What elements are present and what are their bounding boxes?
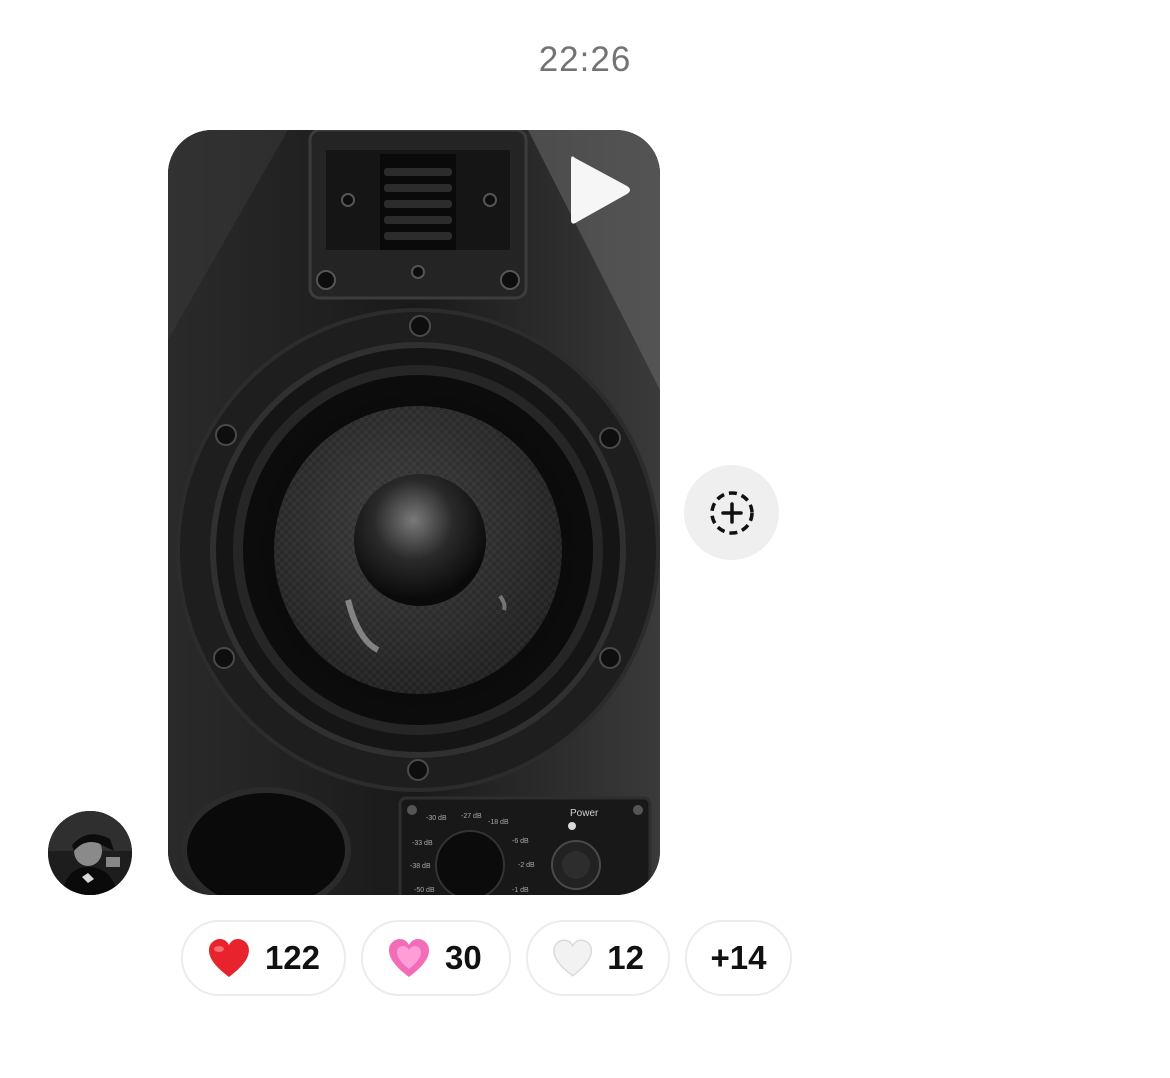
reaction-pink-heart[interactable]: 30 (361, 920, 511, 996)
play-icon[interactable] (565, 150, 637, 230)
db-mark: -6 dB (512, 838, 529, 845)
reaction-count: 12 (607, 939, 644, 976)
sender-avatar[interactable] (48, 811, 132, 895)
speaker-image: Power -30 dB -27 dB -18 dB -33 dB -6 dB … (168, 130, 660, 895)
db-mark: -2 dB (518, 862, 535, 869)
reaction-white-heart[interactable]: 12 (526, 920, 670, 996)
red-heart-icon (208, 939, 249, 977)
add-to-story-icon (709, 490, 754, 535)
white-heart-icon (553, 939, 593, 977)
db-mark: -27 dB (461, 813, 482, 820)
reactions-bar: 122 30 12 +14 (181, 920, 792, 996)
db-mark: -50 dB (414, 887, 435, 894)
pink-heart-icon (389, 939, 429, 977)
share-to-story-button[interactable] (684, 465, 779, 560)
db-mark: -30 dB (426, 815, 447, 822)
reaction-count: 122 (264, 939, 320, 976)
more-reactions-count: +14 (710, 939, 767, 976)
reaction-red-heart[interactable]: 122 (181, 920, 346, 996)
video-message[interactable]: Power -30 dB -27 dB -18 dB -33 dB -6 dB … (168, 130, 660, 895)
db-mark: -33 dB (412, 840, 433, 847)
reaction-count: 30 (445, 939, 482, 976)
message-timestamp: 22:26 (538, 40, 632, 79)
db-mark: -38 dB (410, 863, 431, 870)
avatar-photo (48, 811, 132, 895)
db-mark: -18 dB (488, 819, 509, 826)
db-mark: -1 dB (512, 887, 529, 894)
power-label: Power (570, 808, 599, 819)
more-reactions-button[interactable]: +14 (685, 920, 792, 996)
